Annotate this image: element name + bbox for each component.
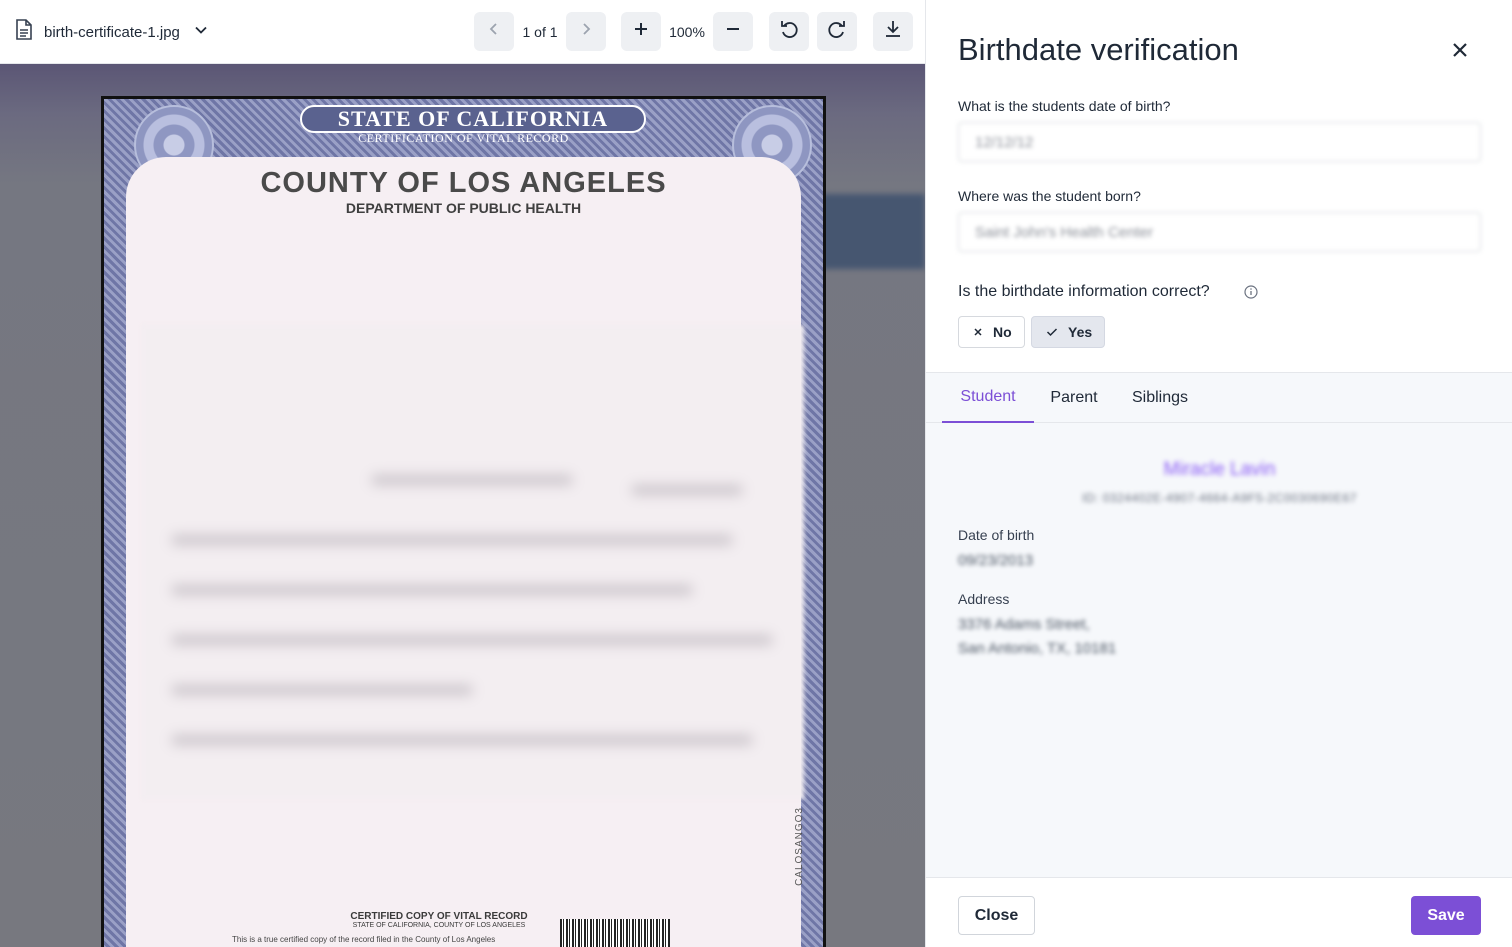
plus-icon [633, 21, 649, 42]
document-viewer: birth-certificate-1.jpg 1 of 1 100% STAT… [0, 0, 925, 947]
county-heading: COUNTY OF LOS ANGELES [260, 167, 667, 199]
close-panel-button[interactable] [1448, 40, 1472, 64]
tab-student[interactable]: Student [942, 373, 1034, 423]
download-button[interactable] [873, 12, 913, 51]
answer-no-label: No [993, 324, 1012, 340]
redacted-line [172, 535, 732, 545]
address-line-1: 3376 Adams Street, [958, 616, 1090, 633]
file-selector[interactable]: birth-certificate-1.jpg [14, 19, 208, 45]
record-tabs: Student Parent Siblings [926, 373, 1512, 423]
check-icon [1046, 324, 1058, 340]
document-icon [14, 19, 34, 45]
verification-panel: Birthdate verification What is the stude… [925, 0, 1512, 947]
panel-title: Birthdate verification [958, 32, 1239, 67]
answer-no-button[interactable]: No [958, 316, 1025, 348]
certified-text: CERTIFIED COPY OF VITAL RECORD [350, 911, 528, 922]
rotate-left-icon [779, 19, 799, 44]
banner-subtitle: CERTIFICATION OF VITAL RECORD [358, 131, 569, 145]
prev-page-button[interactable] [474, 12, 514, 51]
page-indicator: 1 of 1 [522, 23, 558, 40]
zoom-in-button[interactable] [621, 12, 661, 51]
certificate-body: COUNTY OF LOS ANGELES DEPARTMENT OF PUBL… [126, 157, 805, 947]
zoom-level: 100% [669, 23, 705, 40]
tab-siblings[interactable]: Siblings [1122, 373, 1198, 423]
address-label: Address [958, 591, 1010, 607]
answer-yes-label: Yes [1068, 324, 1093, 340]
record-details: Student Parent Siblings Miracle Lavin ID… [926, 372, 1512, 878]
info-icon[interactable] [1244, 285, 1258, 304]
certified-subtext: STATE OF CALIFORNIA, COUNTY OF LOS ANGEL… [352, 922, 526, 929]
save-button[interactable]: Save [1411, 896, 1481, 935]
redacted-content [142, 325, 804, 799]
barcode [560, 919, 670, 947]
file-name: birth-certificate-1.jpg [44, 23, 180, 41]
address-line-2: San Antonio, TX, 10181 [958, 640, 1117, 657]
chevron-right-icon [580, 22, 592, 41]
birth-certificate-image: STATE OF CALIFORNIA CERTIFICATION OF VIT… [101, 96, 826, 947]
dob-value: 09/23/2013 [958, 552, 1034, 569]
x-icon [973, 324, 983, 340]
dob-label: Date of birth [958, 527, 1035, 543]
redacted-line [172, 685, 472, 695]
tab-parent[interactable]: Parent [1042, 373, 1106, 423]
chevron-down-icon[interactable] [194, 23, 208, 41]
dob-input[interactable] [958, 122, 1481, 162]
redacted-line [172, 735, 752, 745]
certified-label: CERTIFIED COPY OF VITAL RECORD STATE OF … [349, 911, 529, 929]
close-icon [1452, 42, 1468, 63]
viewer-toolbar: birth-certificate-1.jpg 1 of 1 100% [0, 0, 925, 64]
student-id: ID: 0324402E-4907-4664-A9F5-2C0030690E67 [1082, 491, 1357, 505]
dob-question-label: What is the students date of birth? [958, 98, 1171, 114]
correct-question-label: Is the birthdate information correct? [958, 283, 1210, 300]
department-heading: DEPARTMENT OF PUBLIC HEALTH [345, 200, 582, 216]
panel-footer: Close Save [926, 877, 1512, 947]
answer-yes-button[interactable]: Yes [1031, 316, 1106, 348]
student-name-link[interactable]: Miracle Lavin [926, 459, 1512, 481]
rotate-right-button[interactable] [817, 12, 857, 51]
next-page-button[interactable] [566, 12, 606, 51]
redacted-line [172, 635, 772, 645]
minus-icon [725, 21, 741, 42]
certificate-footnote: This is a true certified copy of the rec… [232, 935, 496, 944]
zoom-out-button[interactable] [713, 12, 753, 51]
redacted-line [172, 585, 692, 595]
rotate-right-icon [827, 19, 847, 44]
chevron-left-icon [488, 22, 500, 41]
redacted-line [372, 475, 572, 485]
side-code: CALOSANGO3 [794, 807, 805, 886]
birthplace-input[interactable] [958, 212, 1481, 252]
redacted-line [632, 485, 742, 495]
birthplace-question-label: Where was the student born? [958, 188, 1141, 204]
close-button[interactable]: Close [958, 896, 1035, 935]
rotate-left-button[interactable] [769, 12, 809, 51]
download-icon [883, 19, 903, 44]
state-banner: STATE OF CALIFORNIA [300, 105, 646, 133]
